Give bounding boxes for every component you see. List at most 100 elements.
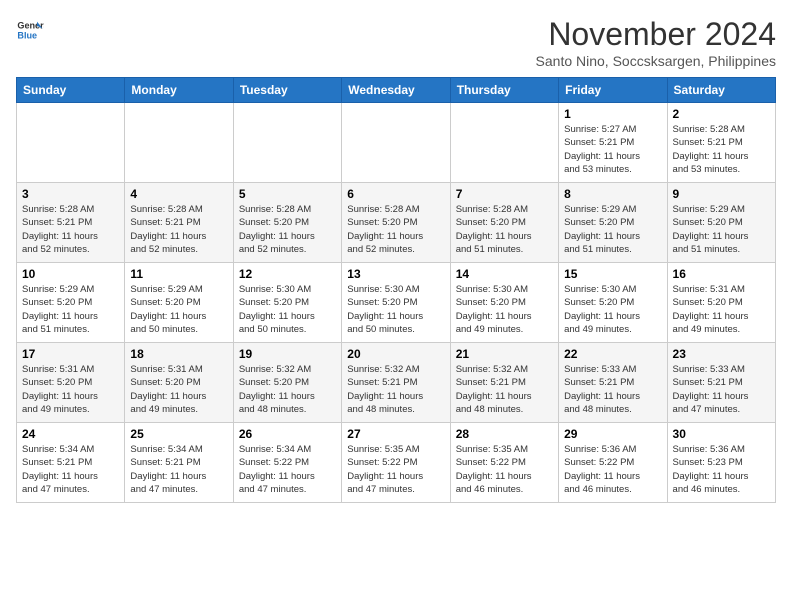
day-number: 23: [673, 347, 770, 361]
day-number: 7: [456, 187, 553, 201]
day-cell: 25 Sunrise: 5:34 AMSunset: 5:21 PMDayligh…: [125, 423, 233, 503]
day-number: 2: [673, 107, 770, 121]
day-number: 27: [347, 427, 444, 441]
day-cell: [125, 103, 233, 183]
day-cell: 29Sunrise: 5:36 AMSunset: 5:22 PMDayligh…: [559, 423, 667, 503]
day-cell: [450, 103, 558, 183]
day-number: 17: [22, 347, 119, 361]
day-cell: 17 Sunrise: 5:31 AMSunset: 5:20 PMDayligh…: [17, 343, 125, 423]
day-info: Sunrise: 5:28 AMSunset: 5:21 PMDaylight:…: [22, 203, 119, 256]
day-info: Sunrise: 5:31 AMSunset: 5:20 PMDaylight:…: [22, 363, 119, 416]
day-cell: [233, 103, 341, 183]
day-number: 16: [673, 267, 770, 281]
day-number: 24: [22, 427, 119, 441]
day-info: Sunrise: 5:28 AMSunset: 5:21 PMDaylight:…: [673, 123, 770, 176]
day-cell: 16 Sunrise: 5:31 AMSunset: 5:20 PMDayligh…: [667, 263, 775, 343]
day-info: Sunrise: 5:33 AMSunset: 5:21 PMDaylight:…: [564, 363, 661, 416]
week-row-1: 3Sunrise: 5:28 AMSunset: 5:21 PMDaylight…: [17, 183, 776, 263]
col-header-thursday: Thursday: [450, 78, 558, 103]
day-cell: 15 Sunrise: 5:30 AMSunset: 5:20 PMDayligh…: [559, 263, 667, 343]
day-number: 8: [564, 187, 661, 201]
day-info: Sunrise: 5:34 AMSunset: 5:21 PMDaylight:…: [130, 443, 227, 496]
subtitle: Santo Nino, Soccsksargen, Philippines: [536, 53, 776, 69]
day-info: Sunrise: 5:34 AMSunset: 5:22 PMDaylight:…: [239, 443, 336, 496]
day-cell: 7Sunrise: 5:28 AMSunset: 5:20 PMDaylight…: [450, 183, 558, 263]
day-info: Sunrise: 5:30 AMSunset: 5:20 PMDaylight:…: [564, 283, 661, 336]
day-cell: 14 Sunrise: 5:30 AMSunset: 5:20 PMDayligh…: [450, 263, 558, 343]
day-cell: [342, 103, 450, 183]
day-number: 1: [564, 107, 661, 121]
day-info: Sunrise: 5:30 AMSunset: 5:20 PMDaylight:…: [347, 283, 444, 336]
day-info: Sunrise: 5:28 AMSunset: 5:20 PMDaylight:…: [347, 203, 444, 256]
day-info: Sunrise: 5:29 AMSunset: 5:20 PMDaylight:…: [22, 283, 119, 336]
day-number: 12: [239, 267, 336, 281]
col-header-friday: Friday: [559, 78, 667, 103]
day-cell: 27Sunrise: 5:35 AMSunset: 5:22 PMDayligh…: [342, 423, 450, 503]
day-info: Sunrise: 5:32 AMSunset: 5:21 PMDaylight:…: [347, 363, 444, 416]
week-row-4: 24 Sunrise: 5:34 AMSunset: 5:21 PMDayligh…: [17, 423, 776, 503]
calendar-table: SundayMondayTuesdayWednesdayThursdayFrid…: [16, 77, 776, 503]
day-number: 5: [239, 187, 336, 201]
day-cell: 1 Sunrise: 5:27 AMSunset: 5:21 PMDaylight…: [559, 103, 667, 183]
day-number: 4: [130, 187, 227, 201]
day-info: Sunrise: 5:28 AMSunset: 5:20 PMDaylight:…: [239, 203, 336, 256]
day-cell: 2 Sunrise: 5:28 AMSunset: 5:21 PMDaylight…: [667, 103, 775, 183]
header-row: SundayMondayTuesdayWednesdayThursdayFrid…: [17, 78, 776, 103]
day-cell: 28 Sunrise: 5:35 AMSunset: 5:22 PMDayligh…: [450, 423, 558, 503]
day-cell: 13 Sunrise: 5:30 AMSunset: 5:20 PMDayligh…: [342, 263, 450, 343]
day-info: Sunrise: 5:32 AMSunset: 5:20 PMDaylight:…: [239, 363, 336, 416]
day-info: Sunrise: 5:29 AMSunset: 5:20 PMDaylight:…: [130, 283, 227, 336]
day-cell: 6 Sunrise: 5:28 AMSunset: 5:20 PMDaylight…: [342, 183, 450, 263]
day-cell: 9 Sunrise: 5:29 AMSunset: 5:20 PMDaylight…: [667, 183, 775, 263]
day-cell: 26 Sunrise: 5:34 AMSunset: 5:22 PMDayligh…: [233, 423, 341, 503]
day-info: Sunrise: 5:29 AMSunset: 5:20 PMDaylight:…: [673, 203, 770, 256]
day-number: 14: [456, 267, 553, 281]
day-info: Sunrise: 5:28 AMSunset: 5:21 PMDaylight:…: [130, 203, 227, 256]
day-cell: 5 Sunrise: 5:28 AMSunset: 5:20 PMDaylight…: [233, 183, 341, 263]
day-info: Sunrise: 5:36 AMSunset: 5:22 PMDaylight:…: [564, 443, 661, 496]
day-number: 10: [22, 267, 119, 281]
day-number: 6: [347, 187, 444, 201]
day-cell: 19 Sunrise: 5:32 AMSunset: 5:20 PMDayligh…: [233, 343, 341, 423]
col-header-sunday: Sunday: [17, 78, 125, 103]
day-cell: 4 Sunrise: 5:28 AMSunset: 5:21 PMDaylight…: [125, 183, 233, 263]
day-info: Sunrise: 5:30 AMSunset: 5:20 PMDaylight:…: [456, 283, 553, 336]
day-number: 22: [564, 347, 661, 361]
page-header: General Blue November 2024 Santo Nino, S…: [16, 16, 776, 69]
day-cell: 24Sunrise: 5:34 AMSunset: 5:21 PMDayligh…: [17, 423, 125, 503]
title-block: November 2024 Santo Nino, Soccsksargen, …: [536, 16, 776, 69]
col-header-saturday: Saturday: [667, 78, 775, 103]
col-header-tuesday: Tuesday: [233, 78, 341, 103]
day-info: Sunrise: 5:29 AMSunset: 5:20 PMDaylight:…: [564, 203, 661, 256]
week-row-3: 17 Sunrise: 5:31 AMSunset: 5:20 PMDayligh…: [17, 343, 776, 423]
day-info: Sunrise: 5:31 AMSunset: 5:20 PMDaylight:…: [673, 283, 770, 336]
logo: General Blue: [16, 16, 44, 44]
day-info: Sunrise: 5:35 AMSunset: 5:22 PMDaylight:…: [456, 443, 553, 496]
day-number: 9: [673, 187, 770, 201]
day-number: 18: [130, 347, 227, 361]
day-number: 25: [130, 427, 227, 441]
day-cell: 12 Sunrise: 5:30 AMSunset: 5:20 PMDayligh…: [233, 263, 341, 343]
day-info: Sunrise: 5:27 AMSunset: 5:21 PMDaylight:…: [564, 123, 661, 176]
day-number: 21: [456, 347, 553, 361]
day-number: 15: [564, 267, 661, 281]
day-number: 11: [130, 267, 227, 281]
day-info: Sunrise: 5:33 AMSunset: 5:21 PMDaylight:…: [673, 363, 770, 416]
day-cell: 20 Sunrise: 5:32 AMSunset: 5:21 PMDayligh…: [342, 343, 450, 423]
day-number: 26: [239, 427, 336, 441]
day-cell: 3Sunrise: 5:28 AMSunset: 5:21 PMDaylight…: [17, 183, 125, 263]
day-cell: 22 Sunrise: 5:33 AMSunset: 5:21 PMDayligh…: [559, 343, 667, 423]
day-number: 19: [239, 347, 336, 361]
day-number: 13: [347, 267, 444, 281]
day-info: Sunrise: 5:30 AMSunset: 5:20 PMDaylight:…: [239, 283, 336, 336]
day-number: 30: [673, 427, 770, 441]
day-number: 28: [456, 427, 553, 441]
day-cell: [17, 103, 125, 183]
day-number: 20: [347, 347, 444, 361]
day-cell: 18 Sunrise: 5:31 AMSunset: 5:20 PMDayligh…: [125, 343, 233, 423]
day-cell: 8 Sunrise: 5:29 AMSunset: 5:20 PMDaylight…: [559, 183, 667, 263]
day-info: Sunrise: 5:31 AMSunset: 5:20 PMDaylight:…: [130, 363, 227, 416]
col-header-monday: Monday: [125, 78, 233, 103]
day-cell: 30Sunrise: 5:36 AMSunset: 5:23 PMDayligh…: [667, 423, 775, 503]
day-cell: 10 Sunrise: 5:29 AMSunset: 5:20 PMDayligh…: [17, 263, 125, 343]
